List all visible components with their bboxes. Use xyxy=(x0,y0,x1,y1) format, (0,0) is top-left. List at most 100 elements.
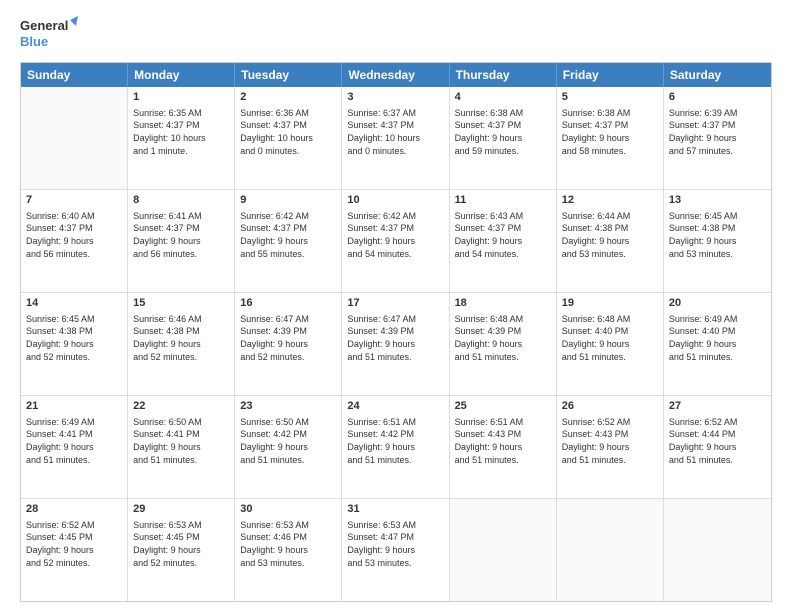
day-info-28: Sunrise: 6:52 AM Sunset: 4:45 PM Dayligh… xyxy=(26,519,122,569)
day-number-19: 19 xyxy=(562,296,658,311)
week-5: 28Sunrise: 6:52 AM Sunset: 4:45 PM Dayli… xyxy=(21,499,771,601)
day-info-4: Sunrise: 6:38 AM Sunset: 4:37 PM Dayligh… xyxy=(455,107,551,157)
logo: General Blue xyxy=(20,16,80,52)
header-day-monday: Monday xyxy=(128,63,235,87)
day-info-11: Sunrise: 6:43 AM Sunset: 4:37 PM Dayligh… xyxy=(455,210,551,260)
day-info-16: Sunrise: 6:47 AM Sunset: 4:39 PM Dayligh… xyxy=(240,313,336,363)
header-day-friday: Friday xyxy=(557,63,664,87)
day-info-2: Sunrise: 6:36 AM Sunset: 4:37 PM Dayligh… xyxy=(240,107,336,157)
day-22: 22 Sunrise: 6:50 AM Sunset: 4:41 PM Dayli… xyxy=(128,396,235,498)
header-day-saturday: Saturday xyxy=(664,63,771,87)
week-4: 21Sunrise: 6:49 AM Sunset: 4:41 PM Dayli… xyxy=(21,396,771,499)
day-number-6: 6 xyxy=(669,90,766,105)
day-info-31: Sunrise: 6:53 AM Sunset: 4:47 PM Dayligh… xyxy=(347,519,443,569)
day-number-15: 15 xyxy=(133,296,229,311)
page: General Blue SundayMondayTuesdayWednesda… xyxy=(0,0,792,612)
day-info-15: Sunrise: 6:46 AM Sunset: 4:38 PM Dayligh… xyxy=(133,313,229,363)
day-number-30: 30 xyxy=(240,502,336,517)
day-4: 4 Sunrise: 6:38 AM Sunset: 4:37 PM Daylig… xyxy=(450,87,557,189)
day-number-3: 3 xyxy=(347,90,443,105)
day-number-5: 5 xyxy=(562,90,658,105)
day-info-18: Sunrise: 6:48 AM Sunset: 4:39 PM Dayligh… xyxy=(455,313,551,363)
day-29: 29 Sunrise: 6:53 AM Sunset: 4:45 PM Dayli… xyxy=(128,499,235,601)
day-info-25: Sunrise: 6:51 AM Sunset: 4:43 PM Dayligh… xyxy=(455,416,551,466)
empty-cell xyxy=(21,87,128,189)
day-9: 9Sunrise: 6:42 AM Sunset: 4:37 PM Daylig… xyxy=(235,190,342,292)
day-25: 25 Sunrise: 6:51 AM Sunset: 4:43 PM Dayli… xyxy=(450,396,557,498)
empty-cell xyxy=(664,499,771,601)
day-21: 21Sunrise: 6:49 AM Sunset: 4:41 PM Dayli… xyxy=(21,396,128,498)
logo-svg: General Blue xyxy=(20,16,80,52)
header: General Blue xyxy=(20,16,772,52)
day-13: 13 Sunrise: 6:45 AM Sunset: 4:38 PM Dayli… xyxy=(664,190,771,292)
calendar-body: 1 Sunrise: 6:35 AM Sunset: 4:37 PM Daylig… xyxy=(21,87,771,601)
day-20: 20 Sunrise: 6:49 AM Sunset: 4:40 PM Dayli… xyxy=(664,293,771,395)
day-16: 16Sunrise: 6:47 AM Sunset: 4:39 PM Dayli… xyxy=(235,293,342,395)
day-info-13: Sunrise: 6:45 AM Sunset: 4:38 PM Dayligh… xyxy=(669,210,766,260)
day-7: 7 Sunrise: 6:40 AM Sunset: 4:37 PM Daylig… xyxy=(21,190,128,292)
day-number-17: 17 xyxy=(347,296,443,311)
day-28: 28Sunrise: 6:52 AM Sunset: 4:45 PM Dayli… xyxy=(21,499,128,601)
day-number-21: 21 xyxy=(26,399,122,414)
day-2: 2Sunrise: 6:36 AM Sunset: 4:37 PM Daylig… xyxy=(235,87,342,189)
day-info-23: Sunrise: 6:50 AM Sunset: 4:42 PM Dayligh… xyxy=(240,416,336,466)
day-info-8: Sunrise: 6:41 AM Sunset: 4:37 PM Dayligh… xyxy=(133,210,229,260)
week-1: 1 Sunrise: 6:35 AM Sunset: 4:37 PM Daylig… xyxy=(21,87,771,190)
header-day-wednesday: Wednesday xyxy=(342,63,449,87)
day-number-14: 14 xyxy=(26,296,122,311)
day-info-26: Sunrise: 6:52 AM Sunset: 4:43 PM Dayligh… xyxy=(562,416,658,466)
day-number-7: 7 xyxy=(26,193,122,208)
day-6: 6Sunrise: 6:39 AM Sunset: 4:37 PM Daylig… xyxy=(664,87,771,189)
day-number-8: 8 xyxy=(133,193,229,208)
day-info-1: Sunrise: 6:35 AM Sunset: 4:37 PM Dayligh… xyxy=(133,107,229,157)
day-info-20: Sunrise: 6:49 AM Sunset: 4:40 PM Dayligh… xyxy=(669,313,766,363)
day-24: 24 Sunrise: 6:51 AM Sunset: 4:42 PM Dayli… xyxy=(342,396,449,498)
header-day-tuesday: Tuesday xyxy=(235,63,342,87)
day-1: 1 Sunrise: 6:35 AM Sunset: 4:37 PM Daylig… xyxy=(128,87,235,189)
day-number-18: 18 xyxy=(455,296,551,311)
day-info-17: Sunrise: 6:47 AM Sunset: 4:39 PM Dayligh… xyxy=(347,313,443,363)
day-number-26: 26 xyxy=(562,399,658,414)
day-number-27: 27 xyxy=(669,399,766,414)
header-day-thursday: Thursday xyxy=(450,63,557,87)
day-number-24: 24 xyxy=(347,399,443,414)
week-3: 14 Sunrise: 6:45 AM Sunset: 4:38 PM Dayli… xyxy=(21,293,771,396)
day-number-22: 22 xyxy=(133,399,229,414)
day-info-19: Sunrise: 6:48 AM Sunset: 4:40 PM Dayligh… xyxy=(562,313,658,363)
day-number-31: 31 xyxy=(347,502,443,517)
day-31: 31 Sunrise: 6:53 AM Sunset: 4:47 PM Dayli… xyxy=(342,499,449,601)
day-number-23: 23 xyxy=(240,399,336,414)
day-12: 12 Sunrise: 6:44 AM Sunset: 4:38 PM Dayli… xyxy=(557,190,664,292)
day-info-22: Sunrise: 6:50 AM Sunset: 4:41 PM Dayligh… xyxy=(133,416,229,466)
empty-cell xyxy=(450,499,557,601)
day-info-7: Sunrise: 6:40 AM Sunset: 4:37 PM Dayligh… xyxy=(26,210,122,260)
day-18: 18 Sunrise: 6:48 AM Sunset: 4:39 PM Dayli… xyxy=(450,293,557,395)
svg-text:Blue: Blue xyxy=(20,34,48,49)
day-number-25: 25 xyxy=(455,399,551,414)
day-14: 14 Sunrise: 6:45 AM Sunset: 4:38 PM Dayli… xyxy=(21,293,128,395)
day-info-10: Sunrise: 6:42 AM Sunset: 4:37 PM Dayligh… xyxy=(347,210,443,260)
day-number-4: 4 xyxy=(455,90,551,105)
day-5: 5Sunrise: 6:38 AM Sunset: 4:37 PM Daylig… xyxy=(557,87,664,189)
calendar-header: SundayMondayTuesdayWednesdayThursdayFrid… xyxy=(21,63,771,87)
day-number-10: 10 xyxy=(347,193,443,208)
svg-text:General: General xyxy=(20,18,68,33)
day-info-14: Sunrise: 6:45 AM Sunset: 4:38 PM Dayligh… xyxy=(26,313,122,363)
day-number-1: 1 xyxy=(133,90,229,105)
day-info-30: Sunrise: 6:53 AM Sunset: 4:46 PM Dayligh… xyxy=(240,519,336,569)
day-info-24: Sunrise: 6:51 AM Sunset: 4:42 PM Dayligh… xyxy=(347,416,443,466)
day-number-29: 29 xyxy=(133,502,229,517)
day-8: 8 Sunrise: 6:41 AM Sunset: 4:37 PM Daylig… xyxy=(128,190,235,292)
day-number-11: 11 xyxy=(455,193,551,208)
day-info-3: Sunrise: 6:37 AM Sunset: 4:37 PM Dayligh… xyxy=(347,107,443,157)
day-number-12: 12 xyxy=(562,193,658,208)
day-27: 27Sunrise: 6:52 AM Sunset: 4:44 PM Dayli… xyxy=(664,396,771,498)
day-info-29: Sunrise: 6:53 AM Sunset: 4:45 PM Dayligh… xyxy=(133,519,229,569)
day-info-9: Sunrise: 6:42 AM Sunset: 4:37 PM Dayligh… xyxy=(240,210,336,260)
empty-cell xyxy=(557,499,664,601)
day-info-12: Sunrise: 6:44 AM Sunset: 4:38 PM Dayligh… xyxy=(562,210,658,260)
day-number-13: 13 xyxy=(669,193,766,208)
week-2: 7 Sunrise: 6:40 AM Sunset: 4:37 PM Daylig… xyxy=(21,190,771,293)
day-15: 15 Sunrise: 6:46 AM Sunset: 4:38 PM Dayli… xyxy=(128,293,235,395)
day-number-20: 20 xyxy=(669,296,766,311)
